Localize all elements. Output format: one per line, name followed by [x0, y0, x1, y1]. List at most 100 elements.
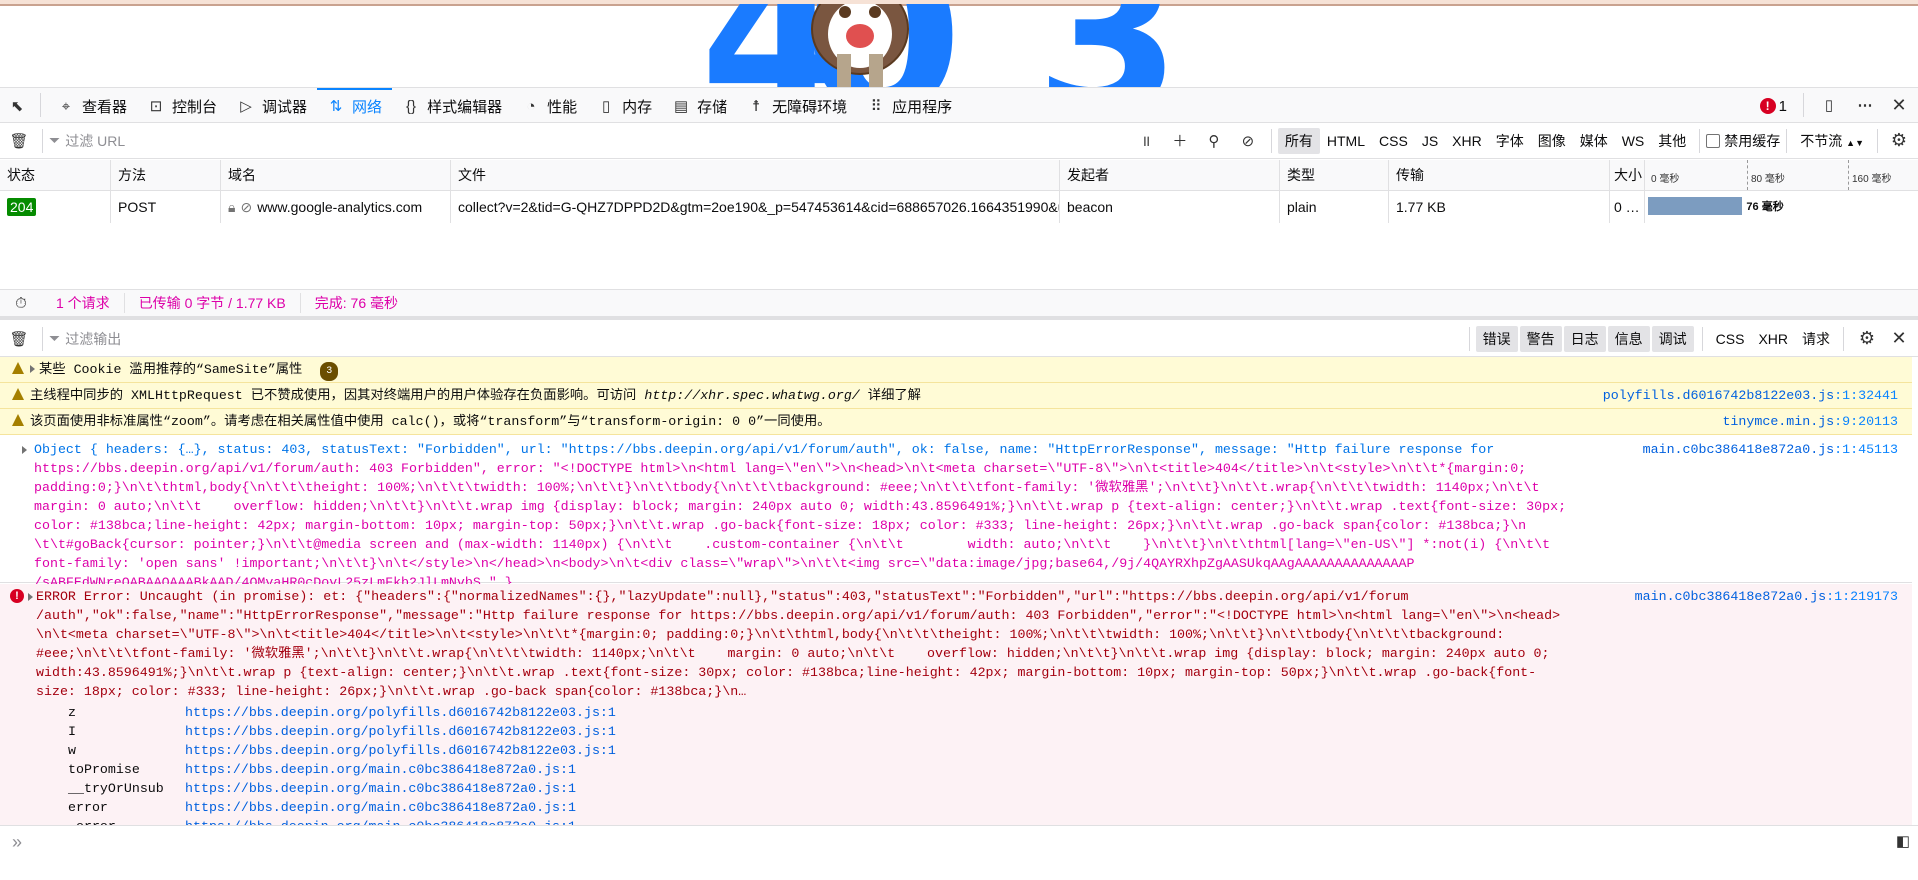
stack-frame[interactable]: _errorhttps://bbs.deepin.org/main.c0bc38…: [68, 817, 1912, 825]
source-location-link[interactable]: main.c0bc386418e872a0.js:1:45113: [1643, 440, 1898, 459]
more-options-icon[interactable]: ⋯: [1856, 96, 1874, 114]
filter-xhr[interactable]: XHR: [1751, 328, 1795, 350]
divider: [1701, 326, 1703, 351]
domain-text: www.google-analytics.com: [257, 199, 423, 215]
level-info[interactable]: 信息: [1607, 325, 1650, 352]
search-icon[interactable]: ⚲: [1205, 132, 1223, 150]
tab-label: 应用程序: [892, 98, 953, 116]
stack-frame[interactable]: Ihttps://bbs.deepin.org/polyfills.d60167…: [68, 722, 1912, 741]
accessibility-icon: ☨: [752, 98, 761, 115]
tab-network[interactable]: ⇅ 网络: [317, 87, 393, 123]
filter-requests[interactable]: 请求: [1795, 326, 1837, 352]
console-log-object[interactable]: main.c0bc386418e872a0.js:1:45113 Object …: [0, 437, 1912, 590]
filter-images[interactable]: 图像: [1531, 128, 1573, 154]
filter-fonts[interactable]: 字体: [1489, 128, 1531, 154]
settings-gear-icon[interactable]: ⚙: [1890, 130, 1908, 150]
stack-frame[interactable]: __tryOrUnsub https://bbs.deepin.org/main.…: [68, 779, 1912, 798]
timing-bar: [1648, 197, 1743, 215]
expand-arrow-icon[interactable]: [22, 446, 27, 454]
message-link[interactable]: http://xhr.spec.whatwg.org/: [644, 388, 859, 403]
application-icon: ⠿: [870, 98, 882, 115]
message-text: 详细了解: [859, 388, 921, 403]
pause-icon[interactable]: ॥: [1137, 132, 1155, 150]
frame-function: z: [68, 705, 76, 720]
filter-other[interactable]: 其他: [1651, 128, 1693, 154]
filter-media[interactable]: 媒体: [1573, 128, 1615, 154]
filter-html[interactable]: HTML: [1320, 130, 1372, 152]
settings-gear-icon[interactable]: ⚙: [1858, 328, 1876, 348]
level-warnings[interactable]: 警告: [1519, 325, 1562, 352]
filter-all[interactable]: 所有: [1277, 127, 1320, 154]
tab-memory[interactable]: ▯ 内存: [587, 88, 662, 123]
frame-function: I: [68, 724, 76, 739]
filter-css[interactable]: CSS: [1709, 328, 1752, 350]
filter-css[interactable]: CSS: [1372, 130, 1415, 152]
level-errors[interactable]: 错误: [1475, 325, 1518, 352]
column-header-domain[interactable]: 域名: [220, 160, 450, 190]
sidebar-toggle-icon[interactable]: ◧: [1894, 832, 1912, 850]
frame-url[interactable]: https://bbs.deepin.org/main.c0bc386418e8…: [185, 798, 576, 817]
tab-performance[interactable]: ◔ 性能: [512, 88, 587, 123]
frame-url[interactable]: https://bbs.deepin.org/main.c0bc386418e8…: [185, 779, 576, 798]
source-location-link[interactable]: main.c0bc386418e872a0.js:1:219173: [1635, 587, 1898, 606]
column-header-status[interactable]: 状态: [0, 160, 110, 190]
filter-js[interactable]: JS: [1415, 130, 1445, 152]
throttle-select[interactable]: 不节流 ▲▼: [1793, 128, 1871, 154]
add-icon[interactable]: ＋: [1171, 132, 1189, 150]
close-icon[interactable]: ✕: [1890, 328, 1908, 348]
column-header-method[interactable]: 方法: [110, 160, 220, 190]
close-icon[interactable]: ✕: [1890, 95, 1908, 115]
frame-url[interactable]: https://bbs.deepin.org/main.c0bc386418e8…: [185, 817, 576, 825]
chevron-updown-icon: ▲▼: [1846, 137, 1864, 148]
column-header-waterfall[interactable]: 0 毫秒 80 毫秒 160 毫秒: [1644, 160, 1918, 190]
expand-arrow-icon[interactable]: [28, 593, 33, 601]
clear-console-trash-icon[interactable]: 🗑: [9, 330, 28, 348]
stack-frame[interactable]: z https://bbs.deepin.org/polyfills.d60167…: [68, 703, 1912, 722]
column-header-initiator[interactable]: 发起者: [1059, 160, 1279, 190]
tab-debugger[interactable]: ▷ 调试器: [227, 88, 317, 123]
timeline-tick: 160 毫秒: [1852, 174, 1892, 185]
frame-url[interactable]: https://bbs.deepin.org/polyfills.d601674…: [185, 741, 616, 760]
source-location-link[interactable]: polyfills.d6016742b8122e03.js:1:32441: [1603, 386, 1898, 405]
tab-label: 无障碍环境: [772, 98, 848, 116]
element-picker-button[interactable]: ⬉: [0, 88, 34, 123]
column-header-file[interactable]: 文件: [450, 160, 1059, 190]
storage-icon: ▤: [674, 98, 689, 115]
frame-url[interactable]: https://bbs.deepin.org/polyfills.d601674…: [185, 703, 616, 722]
stack-frame[interactable]: error https://bbs.deepin.org/main.c0bc386…: [68, 798, 1912, 817]
column-header-size[interactable]: 大小: [1609, 160, 1644, 190]
column-header-type[interactable]: 类型: [1279, 160, 1388, 190]
filter-ws[interactable]: WS: [1615, 130, 1652, 152]
url-filter-input[interactable]: ⏷ 过滤 URL: [49, 131, 1129, 151]
tab-storage[interactable]: ▤ 存储: [662, 88, 737, 123]
type-cell: plain: [1279, 191, 1388, 223]
frame-url[interactable]: https://bbs.deepin.org/main.c0bc386418e8…: [185, 760, 576, 779]
disable-cache-checkbox[interactable]: 禁用缓存: [1706, 131, 1780, 151]
level-logs[interactable]: 日志: [1563, 325, 1606, 352]
tab-style-editor[interactable]: {} 样式编辑器: [392, 88, 512, 123]
level-debug[interactable]: 调试: [1651, 325, 1694, 352]
responsive-design-icon[interactable]: ▯: [1820, 96, 1838, 114]
object-line: color: #138bca;line-height: 42px; margin…: [34, 518, 1527, 533]
column-header-transferred[interactable]: 传输: [1388, 160, 1609, 190]
tab-application[interactable]: ⠿ 应用程序: [857, 88, 962, 123]
frame-url[interactable]: https://bbs.deepin.org/polyfills.d601674…: [185, 722, 616, 741]
error-count-button[interactable]: ! 1: [1750, 88, 1797, 123]
expand-arrow-icon[interactable]: [30, 365, 35, 373]
debugger-icon: ▷: [240, 98, 252, 115]
table-row[interactable]: 204 POST 🔒︎ ⊘ www.google-analytics.com col…: [0, 191, 1918, 223]
clear-trash-icon[interactable]: 🗑: [9, 132, 28, 150]
tab-console[interactable]: ⊡ 控制台: [137, 88, 227, 123]
tab-accessibility[interactable]: ☨ 无障碍环境: [737, 88, 857, 123]
block-icon[interactable]: ⊘: [1239, 132, 1257, 150]
console-error-message[interactable]: ! main.c0bc386418e872a0.js:1:219173 ERRO…: [0, 584, 1912, 825]
stack-frame[interactable]: w https://bbs.deepin.org/polyfills.d60167…: [68, 741, 1912, 760]
source-location-link[interactable]: tinymce.min.js:9:20113: [1722, 412, 1898, 431]
source-position: :1:219173: [1826, 589, 1898, 604]
console-warning-cookie[interactable]: 某些 Cookie 滥用推荐的“SameSite”属性 3: [0, 357, 1912, 383]
console-input[interactable]: » ◧: [0, 825, 1918, 880]
filter-xhr[interactable]: XHR: [1445, 130, 1489, 152]
tab-inspector[interactable]: ⌖ 查看器: [47, 88, 137, 123]
console-filter-input[interactable]: ⏷ 过滤输出: [49, 329, 1463, 349]
stack-frame[interactable]: toPromise https://bbs.deepin.org/main.c0b…: [68, 760, 1912, 779]
